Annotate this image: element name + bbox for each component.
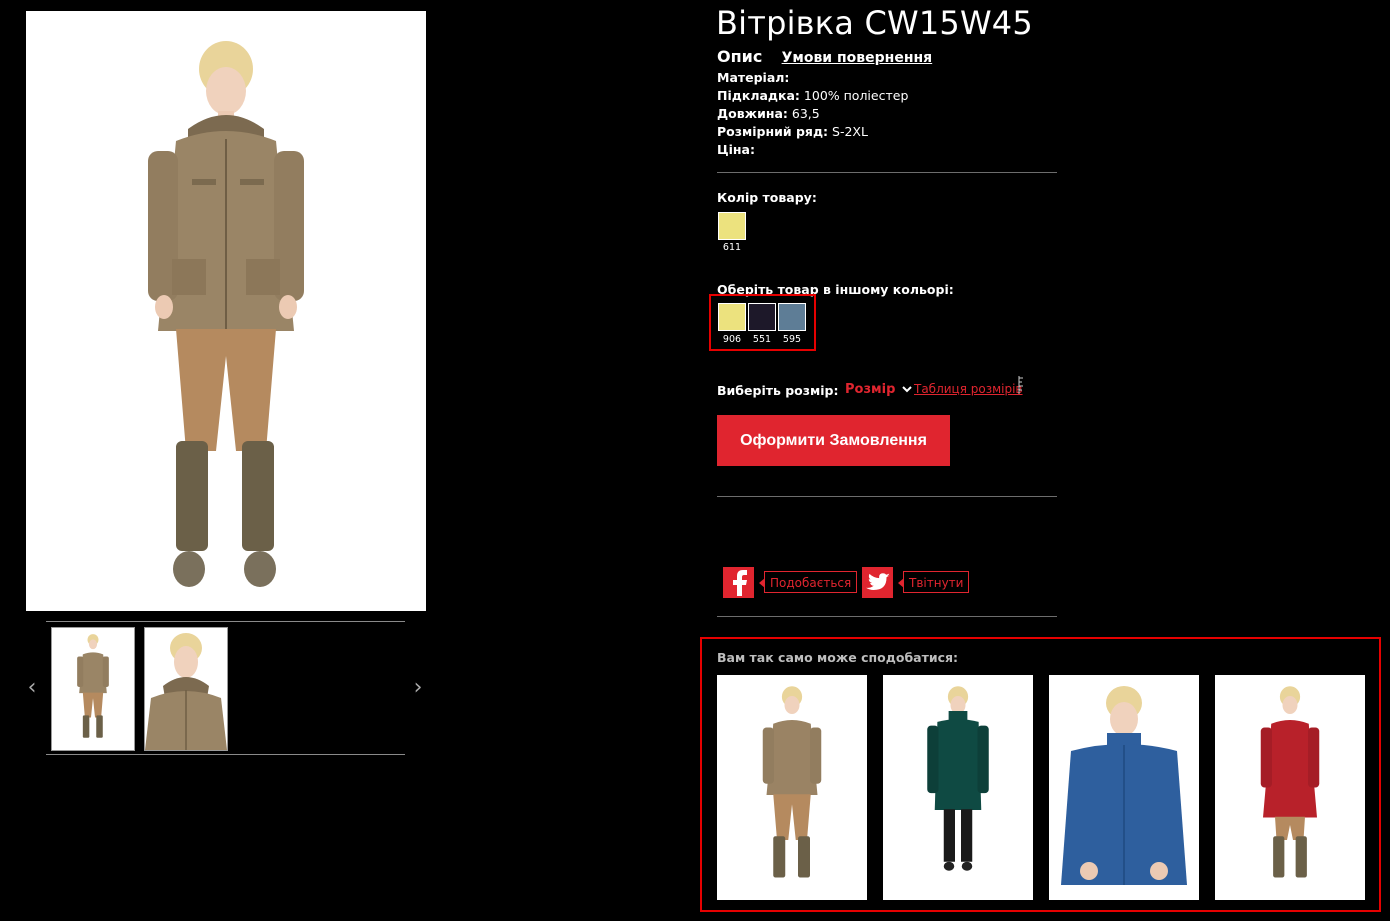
thumbnail-closeup[interactable]	[144, 627, 228, 751]
recommendation-photo	[927, 686, 989, 871]
color-code-551: 551	[752, 334, 772, 345]
size-dropdown-value: Розмір	[845, 382, 896, 397]
spec-price: Ціна:	[717, 142, 755, 157]
color-label: Колір товару:	[717, 190, 817, 205]
spec-length: Довжина: 63,5	[717, 106, 820, 121]
spec-size-range: Розмірний ряд: S-2XL	[717, 124, 868, 139]
main-product-image[interactable]	[26, 11, 426, 611]
twitter-icon[interactable]	[862, 567, 893, 598]
tab-description[interactable]: Опис	[717, 47, 762, 66]
product-specs: Матеріал: Підкладка: 100% поліестер Довж…	[717, 69, 908, 159]
color-swatch-551[interactable]	[748, 303, 776, 331]
divider	[717, 172, 1057, 173]
spec-lining: Підкладка: 100% поліестер	[717, 88, 909, 103]
order-button[interactable]: Оформити Замовлення	[717, 415, 950, 466]
color-swatch-906[interactable]	[718, 303, 746, 331]
tab-return-policy[interactable]: Умови повернення	[782, 50, 933, 66]
recommendation-item[interactable]	[717, 675, 867, 900]
product-title: Вітрівка CW15W45	[716, 4, 1033, 42]
info-tabs: Опис Умови повернення	[717, 47, 932, 66]
thumbs-bottom-divider	[46, 754, 405, 755]
thumbs-top-divider	[46, 621, 405, 622]
model-photo	[148, 41, 304, 587]
thumbnail-full-photo	[77, 634, 109, 738]
recommendation-photo	[762, 686, 822, 878]
thumbnail-closeup-photo	[145, 633, 227, 750]
chevron-down-icon	[902, 386, 912, 393]
chevron-left-icon[interactable]: ‹	[24, 676, 40, 700]
color-code-906: 906	[722, 334, 742, 345]
recommendation-photo	[1260, 686, 1320, 878]
color-swatch-595[interactable]	[778, 303, 806, 331]
size-table-link[interactable]: Таблиця розмірів	[914, 382, 1023, 396]
tweet-button[interactable]: Твітнути	[897, 571, 970, 593]
thumbnail-full[interactable]	[51, 627, 135, 751]
facebook-icon[interactable]	[723, 567, 754, 598]
recommendation-photo	[1061, 686, 1187, 885]
recommendations-title: Вам так само може сподобатися:	[717, 650, 959, 665]
size-dropdown[interactable]: Розмір	[845, 382, 912, 397]
spec-material: Матеріал:	[717, 70, 790, 85]
facebook-like-button[interactable]: Подобається	[758, 571, 858, 593]
recommendation-item[interactable]	[1215, 675, 1365, 900]
ruler-icon	[1018, 376, 1023, 394]
divider	[717, 496, 1057, 497]
recommendation-item[interactable]	[1049, 675, 1199, 900]
color-code-595: 595	[782, 334, 802, 345]
divider	[717, 616, 1057, 617]
chevron-right-icon[interactable]: ›	[410, 676, 426, 700]
size-label: Виберіть розмір:	[717, 383, 839, 398]
current-color-swatch	[718, 212, 746, 240]
recommendation-item[interactable]	[883, 675, 1033, 900]
current-color-code: 611	[722, 242, 742, 253]
